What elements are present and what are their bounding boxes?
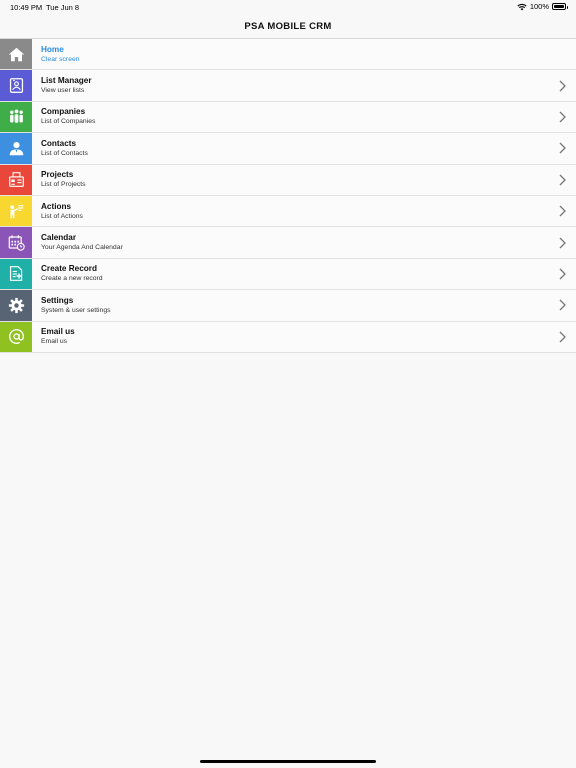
menu-icon-bg (0, 101, 32, 133)
nav-bar: PSA MOBILE CRM (0, 14, 576, 39)
menu-item-email-us[interactable]: Email us Email us (0, 321, 576, 353)
menu-item-contacts[interactable]: Contacts List of Contacts (0, 133, 576, 165)
menu-icon-bg (0, 227, 32, 258)
menu-item-settings[interactable]: Settings System & user settings (0, 290, 576, 322)
menu-subtitle: List of Companies (41, 118, 96, 126)
menu-item-list-manager[interactable]: List Manager View user lists (0, 70, 576, 102)
menu-label: Calendar (41, 233, 77, 243)
menu-item-actions[interactable]: Actions List of Actions (0, 195, 576, 228)
menu-item-companies[interactable]: Companies List of Companies (0, 101, 576, 134)
menu-label: Actions (41, 201, 72, 211)
home-icon (8, 47, 24, 61)
chevron-right-icon (559, 205, 566, 217)
chevron-right-icon (559, 268, 566, 280)
menu-subtitle: View user lists (41, 87, 85, 95)
menu-item-create-record[interactable]: Create Record Create a new record (0, 258, 576, 291)
status-indicators: 100% (517, 2, 568, 11)
battery-icon (552, 3, 568, 10)
projects-icon (8, 172, 24, 188)
menu-item-calendar[interactable]: Calendar Your Agenda And Calendar (0, 227, 576, 259)
actions-icon (9, 204, 23, 218)
calendar-icon (8, 235, 25, 251)
battery-percent: 100% (529, 2, 549, 11)
status-bar: 10:49 PM Tue Jun 8 100% (0, 0, 576, 14)
menu-subtitle: Your Agenda And Calendar (41, 244, 123, 252)
menu-subtitle: Clear screen (41, 55, 80, 63)
chevron-right-icon (559, 237, 566, 248)
create-record-icon (9, 266, 22, 282)
wifi-icon (517, 3, 527, 10)
menu-label: Settings (41, 295, 74, 305)
menu-label: Create Record (41, 264, 97, 274)
menu-label: Email us (41, 327, 75, 337)
at-icon (8, 329, 24, 345)
menu-label: Home (41, 44, 64, 54)
page-title: PSA MOBILE CRM (244, 20, 332, 32)
contacts-icon (9, 141, 23, 156)
gear-icon (8, 297, 24, 313)
menu-subtitle: List of Actions (41, 212, 83, 220)
menu-subtitle: Create a new record (41, 275, 103, 283)
list-manager-icon (9, 78, 23, 94)
menu-subtitle: List of Contacts (41, 149, 88, 157)
menu-item-projects[interactable]: Projects List of Projects (0, 164, 576, 196)
status-date: Tue Jun 8 (46, 3, 80, 12)
menu-icon-bg (0, 39, 32, 70)
menu-subtitle: List of Projects (41, 181, 86, 189)
menu-subtitle: Email us (41, 338, 68, 346)
menu-icon-bg (0, 164, 32, 195)
menu-icon-bg (0, 258, 32, 290)
menu-icon-bg (0, 133, 32, 164)
chevron-right-icon (559, 174, 566, 186)
main-menu: Home Clear screen List Manager View user… (0, 39, 576, 353)
menu-label: Companies (41, 107, 86, 117)
chevron-right-icon (559, 111, 566, 123)
menu-label: Contacts (41, 138, 77, 148)
chevron-right-icon (559, 299, 566, 311)
home-indicator[interactable] (200, 760, 376, 763)
menu-label: List Manager (41, 76, 92, 86)
menu-item-home[interactable]: Home Clear screen (0, 39, 576, 71)
menu-icon-bg (0, 290, 32, 321)
menu-label: Projects (41, 170, 74, 180)
menu-icon-bg (0, 195, 32, 227)
menu-icon-bg (0, 321, 32, 352)
menu-icon-bg (0, 70, 32, 101)
status-time: 10:49 PM (10, 3, 43, 12)
menu-subtitle: System & user settings (41, 306, 111, 314)
companies-icon (9, 109, 23, 124)
chevron-right-icon (559, 80, 566, 92)
chevron-right-icon (559, 331, 566, 343)
chevron-right-icon (559, 142, 566, 154)
